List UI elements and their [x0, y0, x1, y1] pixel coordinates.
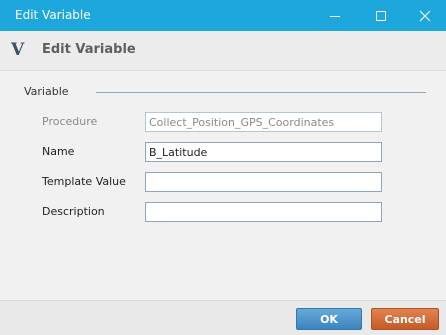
ok-button[interactable]: OK	[296, 308, 362, 330]
procedure-label: Procedure	[42, 115, 98, 128]
form-area: Variable Procedure Name Template Value D…	[0, 71, 446, 300]
maximize-icon	[376, 10, 386, 21]
dialog-footer: OK Cancel	[0, 300, 446, 335]
minimize-icon	[330, 15, 340, 17]
procedure-field	[145, 112, 382, 132]
logo-v-icon: V	[11, 40, 25, 60]
description-field[interactable]	[145, 202, 382, 222]
dialog-header: V Edit Variable	[0, 31, 446, 71]
dialog-heading: Edit Variable	[42, 42, 136, 57]
name-field[interactable]	[145, 142, 382, 162]
title-bar[interactable]: Edit Variable	[0, 0, 446, 31]
close-icon	[419, 10, 431, 21]
group-label-variable: Variable	[24, 85, 69, 98]
cancel-button[interactable]: Cancel	[371, 308, 439, 330]
edit-variable-dialog: Edit Variable V Edit Variable Variable P…	[0, 0, 446, 335]
close-button[interactable]	[404, 0, 446, 31]
minimize-button[interactable]	[312, 0, 358, 31]
maximize-button[interactable]	[358, 0, 404, 31]
name-label: Name	[42, 145, 75, 158]
window-title: Edit Variable	[15, 8, 91, 22]
description-label: Description	[42, 205, 105, 218]
template-value-field[interactable]	[145, 172, 382, 192]
group-divider	[96, 92, 426, 93]
template-value-label: Template Value	[42, 175, 126, 188]
